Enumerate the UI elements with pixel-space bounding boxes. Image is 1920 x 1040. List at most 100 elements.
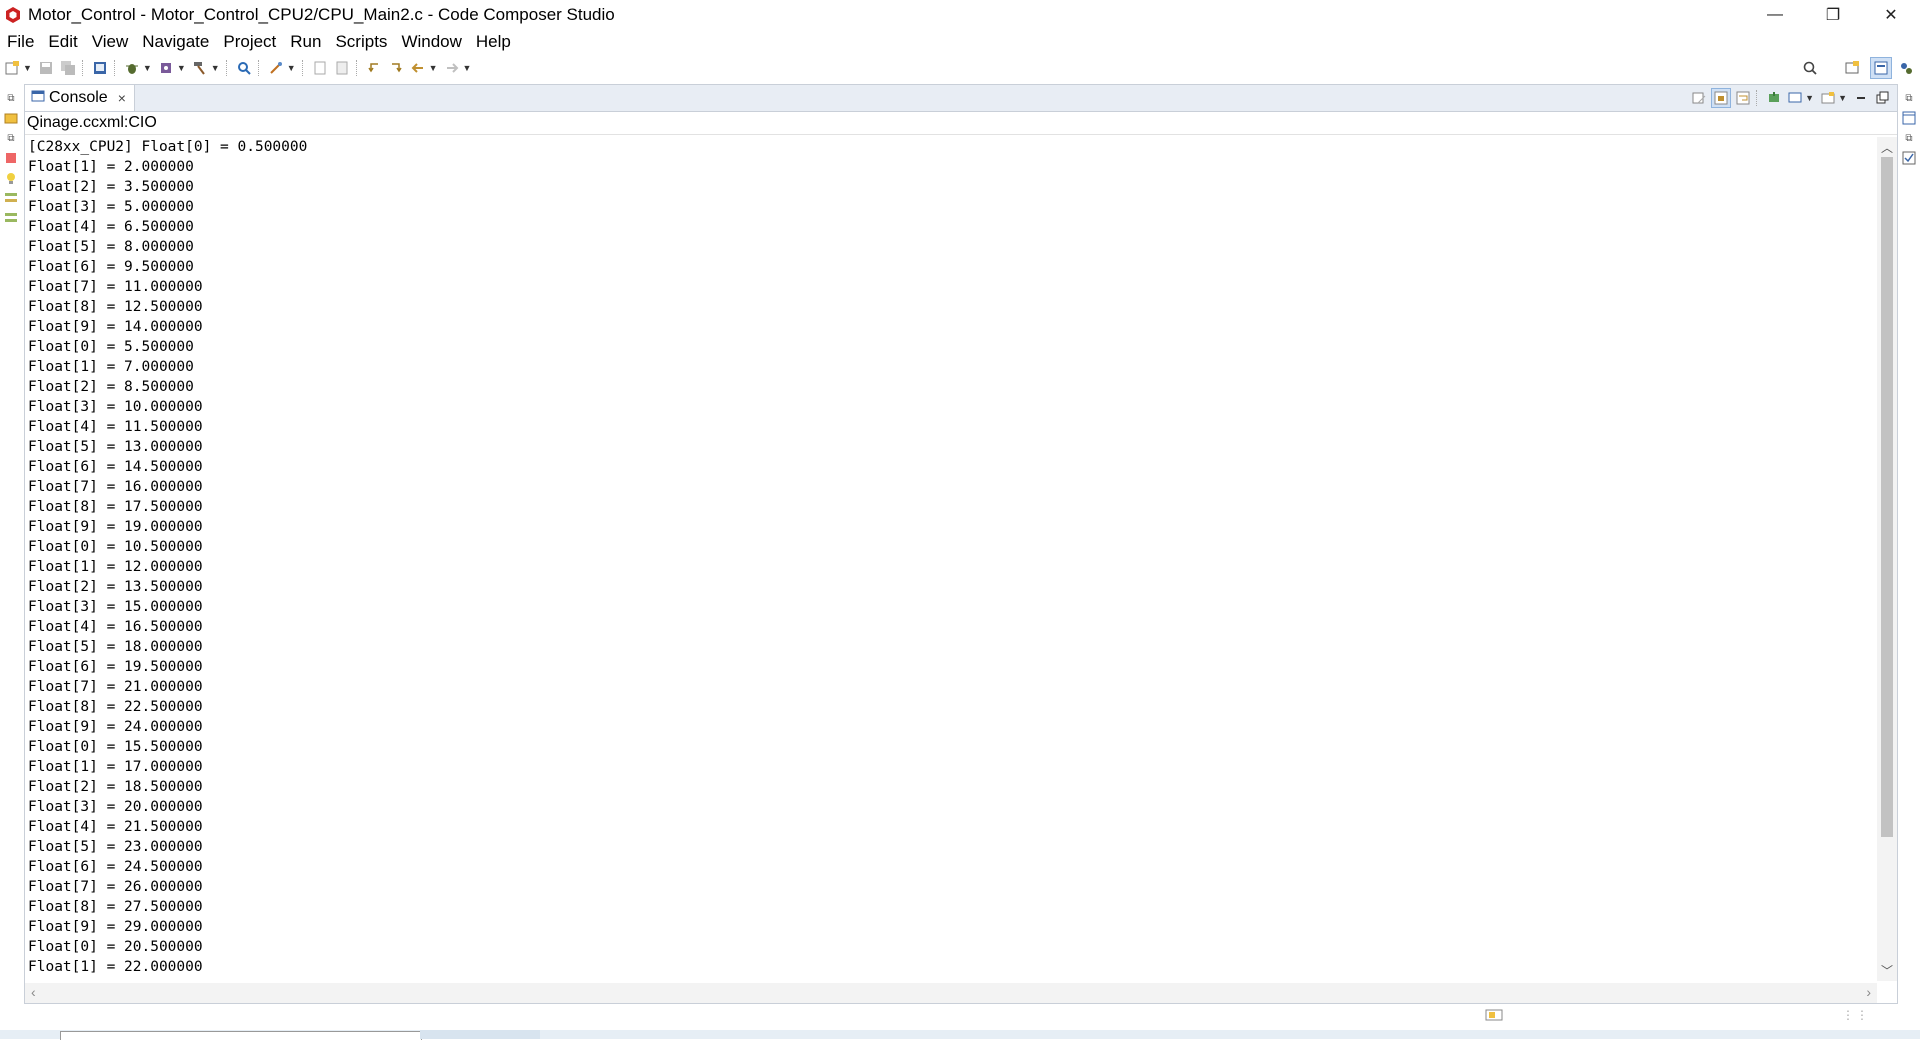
console-line: Float[6] = 24.500000	[28, 859, 203, 875]
menu-navigate[interactable]: Navigate	[135, 32, 216, 52]
open-console-icon[interactable]	[1819, 89, 1837, 107]
console-line: Float[8] = 17.500000	[28, 499, 203, 515]
restore-button[interactable]: ❐	[1804, 0, 1862, 30]
pen-icon[interactable]	[266, 58, 286, 78]
lightbulb-icon[interactable]	[3, 170, 19, 186]
restore-icon[interactable]: ⧉	[3, 130, 19, 146]
open-perspective-icon[interactable]	[1842, 58, 1862, 78]
ccs-debug-perspective-icon[interactable]	[1870, 57, 1892, 79]
status-handle-icon: ⋮⋮	[1842, 1008, 1870, 1022]
close-tab-icon[interactable]: ×	[118, 90, 126, 106]
console-line: Float[5] = 18.000000	[28, 639, 203, 655]
build-icon[interactable]	[156, 58, 176, 78]
forward-dropdown-icon[interactable]: ▼	[463, 63, 472, 73]
actions-separator	[1756, 90, 1758, 106]
scroll-left-icon[interactable]: ‹	[31, 984, 36, 1000]
horizontal-scrollbar[interactable]: ‹ ›	[25, 983, 1877, 1003]
console-line: Float[5] = 8.000000	[28, 239, 194, 255]
new-icon[interactable]	[2, 58, 22, 78]
console-tab-label: Console	[49, 89, 108, 106]
main-toolbar: ▼ ▼ ▼ ▼ ▼ ▼ ▼	[0, 56, 1920, 80]
scroll-down-icon[interactable]: ﹀	[1877, 962, 1897, 979]
display-console-icon[interactable]	[1786, 89, 1804, 107]
minimize-button[interactable]: —	[1746, 0, 1804, 30]
ccs-app-icon	[4, 6, 22, 24]
debug-icon[interactable]	[122, 58, 142, 78]
toolbar-separator	[301, 60, 304, 76]
restore-icon[interactable]: ⧉	[1901, 90, 1917, 106]
save-icon[interactable]	[36, 58, 56, 78]
right-trim-stack: ⧉ ⧉	[1898, 86, 1920, 186]
left-trim-stack: ⧉ ⧉	[0, 86, 22, 246]
maximize-view-icon[interactable]	[1873, 89, 1891, 107]
hammer-icon[interactable]	[190, 58, 210, 78]
word-wrap-icon[interactable]	[1734, 89, 1752, 107]
restore-icon[interactable]: ⧉	[3, 90, 19, 106]
tab-console[interactable]: Console ×	[25, 85, 135, 111]
scroll-up-icon[interactable]: ︿	[1877, 139, 1897, 156]
prev-annotation-icon[interactable]	[310, 58, 330, 78]
console-line: Float[3] = 10.000000	[28, 399, 203, 415]
forward-edit-icon[interactable]	[386, 58, 406, 78]
console-icon	[31, 89, 45, 108]
progress-view-icon[interactable]	[1484, 1006, 1504, 1024]
tasks-icon[interactable]	[1901, 150, 1917, 166]
pin-console-icon[interactable]	[1765, 89, 1783, 107]
hammer-dropdown-icon[interactable]: ▼	[211, 63, 220, 73]
build-dropdown-icon[interactable]: ▼	[177, 63, 186, 73]
console-line: Float[9] = 29.000000	[28, 919, 203, 935]
console-line: Float[7] = 21.000000	[28, 679, 203, 695]
console-output[interactable]: [C28xx_CPU2] Float[0] = 0.500000 Float[1]…	[25, 137, 1877, 981]
scroll-right-icon[interactable]: ›	[1866, 984, 1871, 1000]
menu-project[interactable]: Project	[216, 32, 283, 52]
pen-dropdown-icon[interactable]: ▼	[287, 63, 296, 73]
scroll-lock-icon[interactable]	[1711, 88, 1732, 108]
save-all-icon[interactable]	[58, 58, 78, 78]
menu-window[interactable]: Window	[394, 32, 468, 52]
console-line: Float[2] = 13.500000	[28, 579, 203, 595]
status-bar: ⋮⋮	[0, 1004, 1920, 1028]
search-link-icon[interactable]	[234, 58, 254, 78]
menu-file[interactable]: File	[0, 32, 41, 52]
breakpoints-icon[interactable]	[3, 210, 19, 226]
ccs-edit-perspective-icon[interactable]	[1896, 58, 1916, 78]
console-line: Float[4] = 16.500000	[28, 619, 203, 635]
debug-dropdown-icon[interactable]: ▼	[143, 63, 152, 73]
console-line: Float[0] = 5.500000	[28, 339, 194, 355]
console-line: Float[0] = 15.500000	[28, 739, 203, 755]
terminal-icon[interactable]	[90, 58, 110, 78]
menu-edit[interactable]: Edit	[41, 32, 84, 52]
console-line: Float[9] = 19.000000	[28, 519, 203, 535]
debug-view-icon[interactable]	[3, 150, 19, 166]
console-line: Float[4] = 11.500000	[28, 419, 203, 435]
console-line: Float[9] = 24.000000	[28, 719, 203, 735]
panel-icon[interactable]	[1901, 110, 1917, 126]
close-button[interactable]: ✕	[1862, 0, 1920, 30]
vertical-scrollbar[interactable]: ︿ ﹀	[1877, 137, 1897, 981]
scrollbar-thumb[interactable]	[1881, 157, 1893, 837]
menu-scripts[interactable]: Scripts	[328, 32, 394, 52]
back-arrow-icon[interactable]	[408, 58, 428, 78]
menu-help[interactable]: Help	[469, 32, 518, 52]
console-line: Float[9] = 14.000000	[28, 319, 203, 335]
console-line: Float[7] = 11.000000	[28, 279, 203, 295]
restore-icon[interactable]: ⧉	[1901, 130, 1917, 146]
console-line: Float[2] = 18.500000	[28, 779, 203, 795]
forward-arrow-icon[interactable]	[442, 58, 462, 78]
outline-icon[interactable]	[3, 190, 19, 206]
toolbar-separator	[355, 60, 358, 76]
console-line: Float[3] = 15.000000	[28, 599, 203, 615]
new-dropdown-icon[interactable]: ▼	[23, 63, 32, 73]
menu-view[interactable]: View	[85, 32, 136, 52]
menu-run[interactable]: Run	[283, 32, 328, 52]
console-line: Float[0] = 20.500000	[28, 939, 203, 955]
search-icon[interactable]	[1800, 58, 1820, 78]
project-explorer-icon[interactable]	[3, 110, 19, 126]
back-dropdown-icon[interactable]: ▼	[429, 63, 438, 73]
clear-console-icon[interactable]	[1690, 89, 1708, 107]
display-console-dropdown-icon[interactable]: ▼	[1805, 93, 1814, 103]
minimize-view-icon[interactable]	[1852, 89, 1870, 107]
last-edit-icon[interactable]	[364, 58, 384, 78]
next-annotation-icon[interactable]	[332, 58, 352, 78]
open-console-dropdown-icon[interactable]: ▼	[1838, 93, 1847, 103]
